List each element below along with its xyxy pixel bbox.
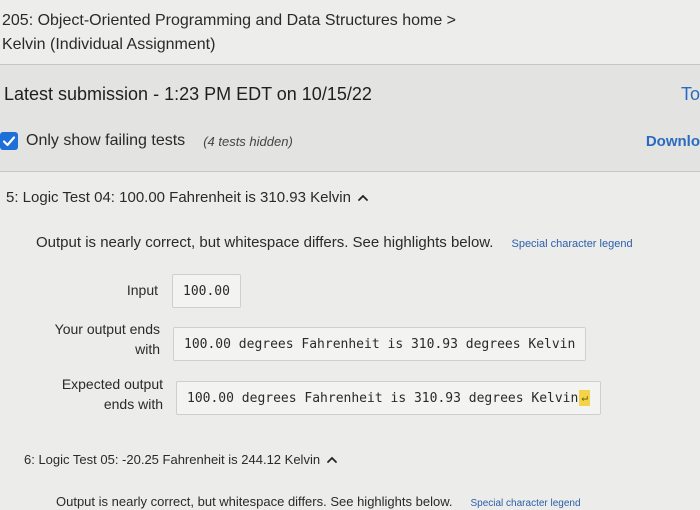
download-link[interactable]: Downlo — [646, 133, 700, 150]
your-output-label-line2: with — [135, 341, 160, 357]
course-home-link[interactable]: 205: Object-Oriented Programming and Dat… — [2, 12, 456, 30]
test-5-status-text: Output is nearly correct, but whitespace… — [36, 234, 494, 251]
header-divider — [0, 64, 700, 65]
test-6-title: 6: Logic Test 05: -20.25 Fahrenheit is 2… — [24, 452, 321, 467]
special-character-legend-link[interactable]: Special character legend — [511, 238, 632, 250]
submission-title: Latest submission - 1:23 PM EDT on 10/15… — [4, 84, 372, 104]
test-results-panel: 5: Logic Test 04: 100.00 Fahrenheit is 3… — [0, 172, 700, 510]
breadcrumb: 205: Object-Oriented Programming and Dat… — [0, 0, 700, 64]
top-right-link[interactable]: To — [681, 84, 700, 105]
test-5-title: 5: Logic Test 04: 100.00 Fahrenheit is 3… — [6, 189, 351, 206]
input-value: 100.00 — [172, 274, 241, 308]
your-output-value: 100.00 degrees Fahrenheit is 310.93 degr… — [173, 327, 587, 361]
expected-output-value: 100.00 degrees Fahrenheit is 310.93 degr… — [187, 390, 579, 406]
chevron-up-icon[interactable] — [326, 455, 338, 465]
expected-output-label: Expected output ends with — [40, 374, 163, 414]
special-character-legend-link[interactable]: Special character legend — [470, 498, 580, 509]
test-6-status-text: Output is nearly correct, but whitespace… — [56, 494, 453, 509]
your-output-label-line1: Your output ends — [54, 321, 160, 337]
your-output-label: Your output ends with — [40, 319, 160, 359]
test-6-status: Output is nearly correct, but whitespace… — [56, 494, 581, 509]
expected-output-label-line2: ends with — [103, 396, 163, 412]
assignment-name: Kelvin (Individual Assignment) — [2, 36, 216, 53]
chevron-up-icon[interactable] — [357, 193, 369, 203]
input-label: Input — [126, 282, 158, 298]
check-icon — [2, 136, 16, 147]
test-5-status: Output is nearly correct, but whitespace… — [36, 234, 633, 251]
test-6-header[interactable]: 6: Logic Test 05: -20.25 Fahrenheit is 2… — [24, 452, 338, 467]
expected-output-box: 100.00 degrees Fahrenheit is 310.93 degr… — [176, 381, 601, 415]
newline-highlight: ↵ — [579, 390, 590, 406]
hidden-tests-count: (4 tests hidden) — [203, 133, 293, 149]
failing-tests-filter: Only show failing tests (4 tests hidden) — [0, 128, 293, 154]
test-5-header[interactable]: 5: Logic Test 04: 100.00 Fahrenheit is 3… — [6, 189, 369, 206]
only-failing-label[interactable]: Only show failing tests — [26, 132, 185, 150]
only-failing-checkbox[interactable] — [0, 132, 18, 150]
expected-output-label-line1: Expected output — [61, 376, 163, 392]
